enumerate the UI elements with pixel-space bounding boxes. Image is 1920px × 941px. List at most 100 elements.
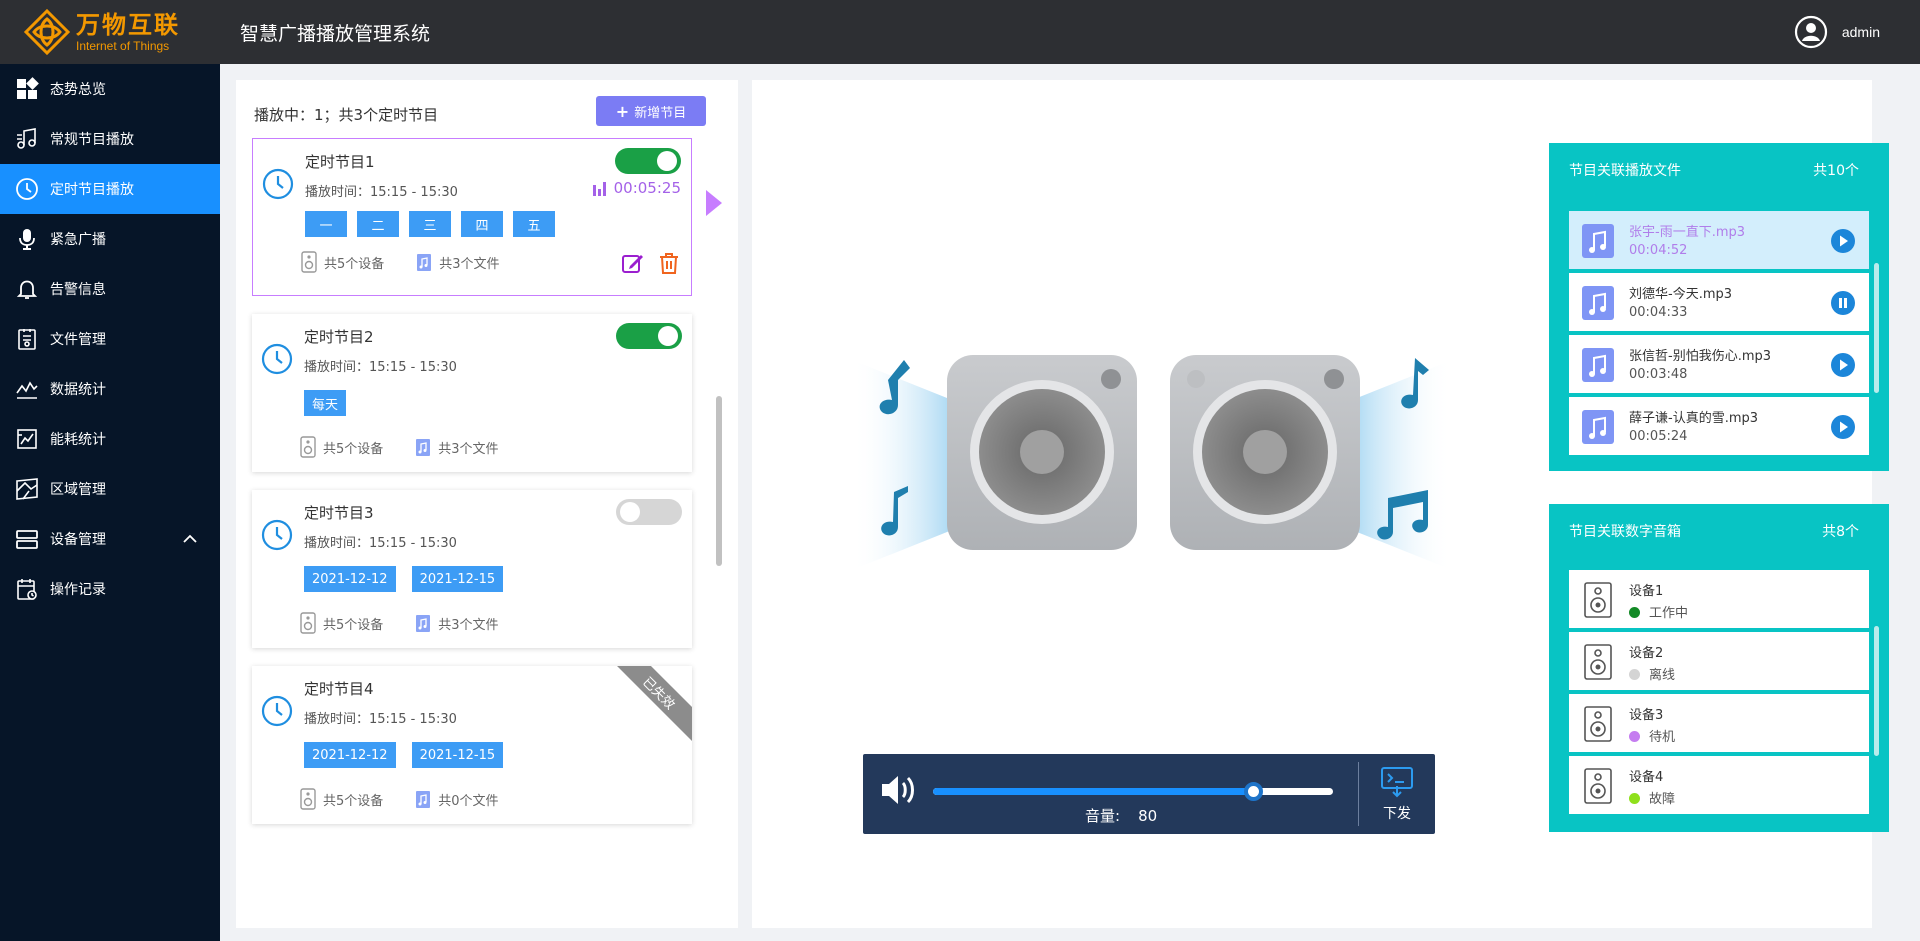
program-card-2[interactable]: 定时节目2 播放时间：15:15 - 15:30 每天 共5个设备 共3个文件 [252,314,692,472]
program-enable-toggle[interactable] [616,499,682,525]
sidebar-item-alarms[interactable]: 告警信息 [0,264,220,314]
device-item[interactable]: 设备2 离线 [1569,632,1869,690]
status-dot [1629,669,1640,680]
day-tag: 三 [409,211,451,237]
bell-icon [14,276,40,302]
program-list-panel: 播放中：1；共3个定时节目 + 新增节目 定时节目1 播放时间：15:15 - 1… [236,80,738,928]
file-duration: 00:03:48 [1629,367,1688,382]
clock-icon [261,695,293,727]
device-count: 共5个设备 [300,612,383,634]
sidebar-item-statistics[interactable]: 数据统计 [0,364,220,414]
device-item[interactable]: 设备3 待机 [1569,694,1869,752]
speaker-icon [1584,644,1612,680]
sidebar-item-energy[interactable]: 能耗统计 [0,414,220,464]
file-item[interactable]: 刘德华-今天.mp3 00:04:33 [1569,273,1869,331]
send-download-icon [1381,767,1413,798]
sidebar-item-label: 告警信息 [50,282,106,298]
pause-icon[interactable] [1831,291,1855,315]
file-name: 刘德华-今天.mp3 [1629,287,1733,302]
sidebar-item-label: 紧急广播 [50,232,106,248]
volume-player-bar: 音量: 80 下发 [863,754,1435,834]
system-title: 智慧广播播放管理系统 [240,22,431,45]
equalizer-icon [592,182,606,196]
program-time: 播放时间：15:15 - 15:30 [304,712,457,727]
program-name: 定时节目1 [305,153,375,171]
program-card-3[interactable]: 定时节目3 播放时间：15:15 - 15:30 2021-12-12 2021… [252,490,692,648]
delete-icon[interactable] [657,251,681,275]
device-item[interactable]: 设备1 工作中 [1569,570,1869,628]
sidebar-item-timed-program[interactable]: 定时节目播放 [0,164,220,214]
sidebar-item-label: 区域管理 [50,482,106,498]
user-menu[interactable]: admin [1794,0,1880,64]
send-button[interactable]: 下发 [1366,766,1428,828]
speaker-icon [1584,582,1612,618]
sidebar-item-label: 文件管理 [50,332,106,348]
sidebar-item-label: 操作记录 [50,582,106,598]
panel-title: 节目关联播放文件 [1569,163,1681,179]
volume-readout: 音量: 80 [1085,807,1158,825]
user-name: admin [1841,24,1880,40]
every-day-tag: 每天 [304,390,347,416]
end-date-tag: 2021-12-15 [411,566,504,592]
program-time: 播放时间：15:15 - 15:30 [304,360,457,375]
device-status: 离线 [1629,664,1675,683]
sidebar-item-overview[interactable]: 态势总览 [0,64,220,114]
sidebar-item-files[interactable]: 文件管理 [0,314,220,364]
sidebar-item-emergency[interactable]: 紧急广播 [0,214,220,264]
file-count: 共3个文件 [416,251,500,273]
edit-icon[interactable] [621,251,645,275]
file-item[interactable]: 薛子谦-认真的雪.mp3 00:05:24 [1569,397,1869,455]
date-tags: 2021-12-12 2021-12-15 [304,566,512,592]
music-file-icon [1582,348,1614,382]
file-item[interactable]: 张信哲-别怕我伤心.mp3 00:03:48 [1569,335,1869,393]
pointer-arrow-icon [706,190,722,216]
logo-en-text: Internet of Things [76,38,170,53]
sidebar-item-label: 设备管理 [50,532,106,548]
sidebar-item-label: 常规节目播放 [50,132,134,148]
speakers-illustration [852,355,1452,570]
device-count: 共5个设备 [300,436,383,458]
chevron-up-icon[interactable] [182,531,198,547]
file-list-scrollbar[interactable] [1874,263,1879,393]
volume-slider-handle[interactable] [1244,782,1263,801]
device-status: 工作中 [1629,602,1688,621]
program-files-panel: 节目关联播放文件 共10个 张宇-雨一直下.mp3 00:04:52 刘德华-今… [1549,143,1889,471]
device-item[interactable]: 设备4 故障 [1569,756,1869,814]
sidebar-item-operation-log[interactable]: 操作记录 [0,564,220,614]
music-file-icon [416,615,431,632]
device-name: 设备1 [1629,584,1664,599]
file-count: 共3个文件 [415,612,499,634]
line-chart-icon [14,376,40,402]
music-file-icon [416,791,431,808]
sidebar-item-label: 能耗统计 [50,432,106,448]
device-list-scrollbar[interactable] [1874,626,1879,756]
status-dot [1629,731,1640,742]
sidebar-item-devices[interactable]: 设备管理 [0,514,220,564]
program-card-4[interactable]: 定时节目4 播放时间：15:15 - 15:30 2021-12-12 2021… [252,666,692,824]
volume-slider[interactable] [933,782,1333,801]
program-time: 播放时间：15:15 - 15:30 [304,536,457,551]
music-file-icon [1582,410,1614,444]
volume-icon[interactable] [879,772,917,808]
panel-count: 共8个 [1822,524,1859,540]
microphone-icon [14,226,40,252]
play-icon[interactable] [1831,353,1855,377]
clock-icon [14,176,40,202]
device-count: 共5个设备 [300,788,383,810]
expired-ribbon: 已失效 [609,666,692,743]
file-item[interactable]: 张宇-雨一直下.mp3 00:04:52 [1569,211,1869,269]
music-file-icon [1582,286,1614,320]
schedule-tags: 每天 [304,390,355,416]
calendar-log-icon [14,576,40,602]
music-file-icon [417,254,432,271]
program-enable-toggle[interactable] [615,148,681,174]
play-icon[interactable] [1831,415,1855,439]
add-program-button[interactable]: + 新增节目 [596,96,706,126]
program-card-1[interactable]: 定时节目1 播放时间：15:15 - 15:30 一 二 三 四 五 共5个设备… [252,138,692,296]
play-icon[interactable] [1831,229,1855,253]
sidebar-item-regions[interactable]: 区域管理 [0,464,220,514]
sidebar-item-label: 态势总览 [50,82,106,98]
program-enable-toggle[interactable] [616,323,682,349]
list-scrollbar[interactable] [716,396,722,566]
sidebar-item-regular-program[interactable]: 常规节目播放 [0,114,220,164]
